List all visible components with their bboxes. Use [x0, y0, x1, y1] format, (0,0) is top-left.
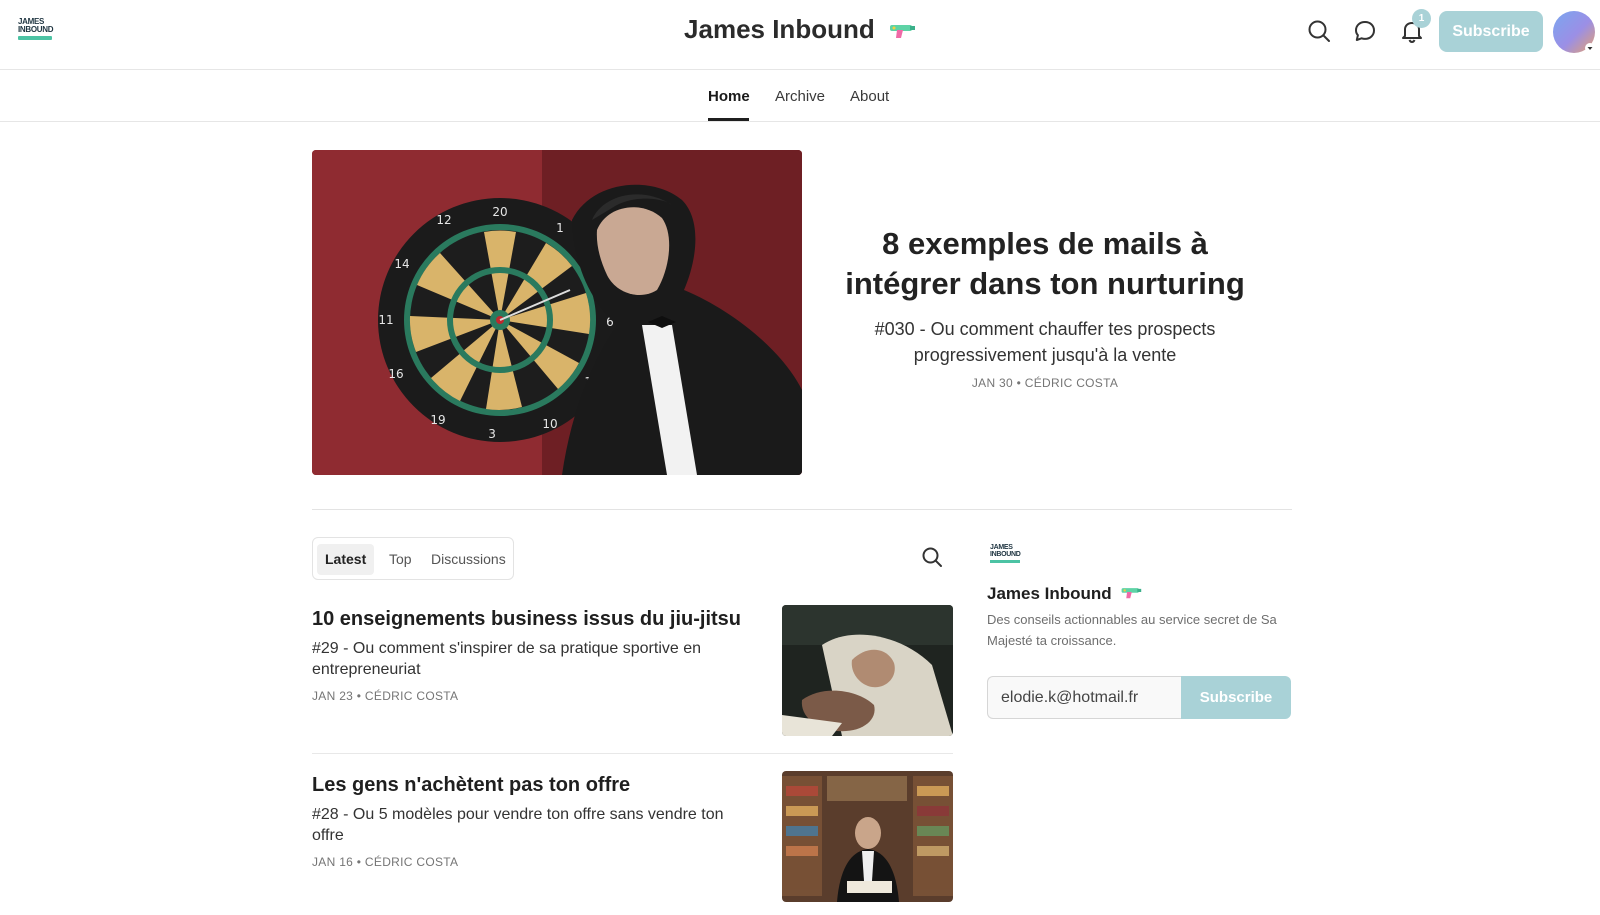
sidebar-logo-bar [990, 560, 1020, 563]
svg-text:10: 10 [542, 417, 557, 431]
email-field[interactable]: elodie.k@hotmail.fr [987, 676, 1182, 719]
svg-text:12: 12 [436, 213, 451, 227]
chat-icon[interactable] [1352, 18, 1378, 44]
svg-text:11: 11 [378, 313, 393, 327]
post-divider [312, 753, 953, 754]
post-title[interactable]: Les gens n'achètent pas ton offre [312, 774, 630, 797]
post-subtitle: #28 - Ou 5 modèles pour vendre ton offre… [312, 806, 724, 844]
water-gun-icon [888, 16, 916, 47]
feed-tab-latest[interactable]: Latest [317, 544, 375, 575]
sidebar-title[interactable]: James Inbound [987, 584, 1142, 605]
featured-post-meta: JAN 30 • CÉDRIC COSTA [971, 376, 1119, 390]
sidebar-title-text: James Inbound [987, 584, 1112, 603]
svg-text:19: 19 [430, 413, 445, 427]
notification-badge: 1 [1412, 9, 1431, 28]
svg-text:3: 3 [488, 427, 496, 441]
svg-text:1: 1 [556, 221, 564, 235]
chevron-down-icon[interactable] [1585, 40, 1595, 53]
nav-tab-archive[interactable]: Archive [775, 88, 825, 105]
feed-tabs: Latest Top Discussions [312, 537, 514, 580]
nav-tab-about[interactable]: About [850, 88, 889, 105]
site-title-text: James Inbound [684, 14, 875, 44]
post-thumbnail[interactable] [782, 605, 953, 736]
post-meta: JAN 23 • CÉDRIC COSTA [312, 689, 459, 703]
section-divider [312, 509, 1292, 510]
sidebar-publication-logo[interactable]: JAMES INBOUND [990, 544, 1022, 566]
svg-text:14: 14 [394, 257, 409, 271]
feed-tab-discussions[interactable]: Discussions [423, 544, 514, 575]
search-icon[interactable] [1306, 18, 1332, 44]
nav-tab-home[interactable]: Home [708, 88, 750, 105]
svg-text:16: 16 [388, 367, 403, 381]
post-title[interactable]: 10 enseignements business issus du jiu-j… [312, 608, 741, 631]
feed-tab-top[interactable]: Top [381, 544, 420, 575]
featured-post-title[interactable]: 8 exemples de mails à intégrer dans ton … [830, 224, 1260, 304]
sidebar-logo-line-2: INBOUND [990, 551, 1021, 558]
post-subtitle: #29 - Ou comment s'inspirer de sa pratiq… [312, 640, 702, 678]
top-header: JAMES INBOUND James Inbound 1 Subscribe [0, 0, 1600, 70]
featured-post-subtitle: #030 - Ou comment chauffer tes prospects… [874, 319, 1216, 365]
svg-text:20: 20 [492, 205, 507, 219]
post-meta: JAN 16 • CÉDRIC COSTA [312, 855, 459, 869]
sidebar-description: Des conseils actionnables au service sec… [987, 612, 1277, 648]
sidebar-subscribe-button[interactable]: Subscribe [1181, 676, 1291, 719]
header-subscribe-button[interactable]: Subscribe [1439, 11, 1543, 52]
featured-post-image[interactable]: 20 1 18 6 13 10 3 19 16 11 14 12 [312, 150, 802, 475]
sidebar-logo-line-1: JAMES [990, 544, 1013, 551]
main-nav: Home Archive About [0, 70, 1600, 122]
post-thumbnail[interactable] [782, 771, 953, 902]
water-gun-icon [1120, 584, 1142, 605]
active-tab-indicator [708, 118, 749, 121]
search-icon[interactable] [920, 545, 944, 569]
